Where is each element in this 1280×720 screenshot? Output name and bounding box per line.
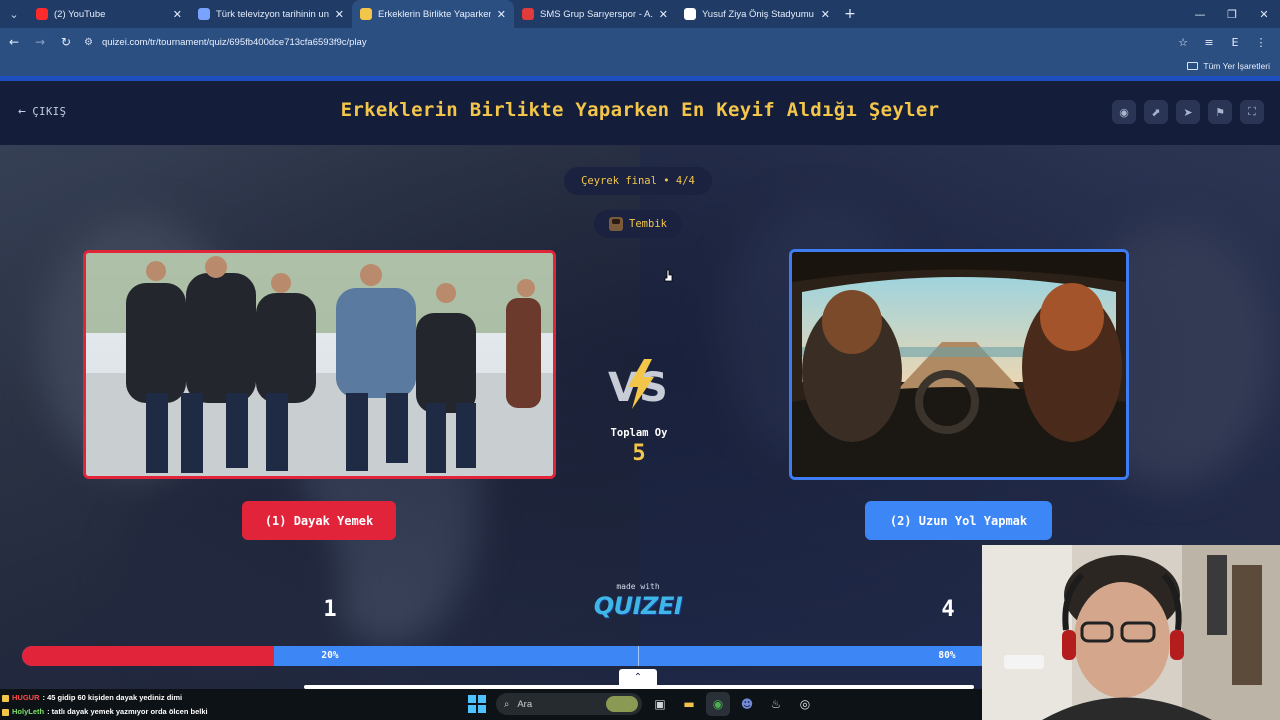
versus-icon: VS (608, 359, 668, 411)
choice-left-button[interactable]: (1) Dayak Yemek (242, 501, 396, 540)
search-icon: ⌕ (504, 698, 510, 710)
browser-tabbar: ⌄ (2) YouTube ✕ Türk televizyon tarihini… (0, 0, 1280, 28)
made-with-label: made with (616, 582, 660, 591)
browser-tab-tv[interactable]: Türk televizyon tarihinin unutul ✕ (190, 0, 352, 28)
send-icon[interactable]: ➤ (1176, 100, 1200, 124)
chat-badge-icon (2, 708, 9, 716)
round-badge: Çeyrek final • 4/4 (564, 167, 712, 195)
taskbar-apps: ▣ ▬ ◉ ☻ ♨ ◎ (648, 692, 817, 716)
avatar (609, 217, 624, 231)
tab-search-icon[interactable]: ⌄ (0, 0, 28, 28)
chat-badge-icon (2, 694, 9, 702)
close-icon[interactable]: ✕ (659, 8, 668, 21)
youtube-favicon-icon (36, 8, 48, 20)
fullscreen-icon[interactable]: ⛶ (1240, 100, 1264, 124)
browser-tab-quiz[interactable]: Erkeklerin Birlikte Yaparken En ✕ (352, 0, 514, 28)
quiz-header: ← ÇIKIŞ Erkeklerin Birlikte Yaparken En … (0, 81, 1280, 145)
chat-message: HUGUR : 45 gidip 60 kişiden dayak yedini… (2, 691, 208, 705)
tab-title: Türk televizyon tarihinin unutul (216, 8, 329, 20)
left-choice-image[interactable] (83, 250, 556, 479)
mouse-cursor-icon (664, 269, 673, 282)
share-icon[interactable]: ⬈ (1144, 100, 1168, 124)
bookmark-star-icon[interactable]: ☆ (1172, 36, 1194, 49)
quizei-logo[interactable]: QUIZEI (588, 592, 688, 620)
discord-icon[interactable]: ☻ (735, 692, 759, 716)
minimize-icon[interactable]: — (1184, 0, 1216, 28)
steam-icon[interactable]: ♨ (764, 692, 788, 716)
close-icon[interactable]: ✕ (821, 8, 830, 21)
toolbar-right: ☆ ≡ E ⋮ (1172, 36, 1280, 49)
bar-midline (638, 646, 639, 666)
bookmarks-bar: Tüm Yer İşaretleri (0, 56, 1280, 76)
browser-tab-stadium[interactable]: Yusuf Ziya Öniş Stadyumu - Goo ✕ (676, 0, 838, 28)
search-placeholder: Ara (517, 698, 533, 710)
eye-icon[interactable]: ◉ (1112, 100, 1136, 124)
file-explorer-icon[interactable]: ▬ (677, 692, 701, 716)
reload-icon[interactable]: ↻ (54, 30, 78, 54)
browser-tab-sms[interactable]: SMS Grup Sarıyerspor - A.H. İğd ✕ (514, 0, 676, 28)
quiz-title: Erkeklerin Birlikte Yaparken En Keyif Al… (340, 99, 940, 121)
chat-username: HolyLeth (12, 707, 45, 716)
stream-chat: HUGUR : 45 gidip 60 kişiden dayak yedini… (2, 691, 208, 719)
player-badge: Tembik (594, 210, 682, 238)
quiz-tools: ◉ ⬈ ➤ ⚑ ⛶ (1112, 100, 1264, 124)
folder-icon (1187, 62, 1199, 70)
right-percent: 80% (938, 650, 956, 661)
browser-tab-youtube[interactable]: (2) YouTube ✕ (28, 0, 190, 28)
chevron-up-icon[interactable]: ⌃ (619, 669, 657, 686)
quiz-favicon-icon (360, 8, 372, 20)
close-icon[interactable]: ✕ (335, 8, 344, 21)
site-favicon-icon (198, 8, 210, 20)
total-votes-value: 5 (632, 441, 646, 466)
site-settings-icon[interactable]: ⚙ (84, 37, 102, 48)
taskbar-search[interactable]: ⌕ Ara (496, 693, 642, 715)
profile-button[interactable]: E (1224, 36, 1246, 49)
right-vote-count: 4 (941, 597, 955, 622)
choice-right-button[interactable]: (2) Uzun Yol Yapmak (865, 501, 1052, 540)
restore-icon[interactable]: ❐ (1216, 0, 1248, 28)
webcam-overlay (982, 545, 1280, 720)
windows-start-icon[interactable] (468, 695, 486, 713)
url-text: quizei.com/tr/tournament/quiz/695fb400dc… (102, 36, 367, 48)
fight-scene-image (86, 253, 553, 476)
chrome-icon[interactable]: ◉ (706, 692, 730, 716)
tab-title: Erkeklerin Birlikte Yaparken En (378, 8, 491, 20)
chat-username: HUGUR (12, 693, 40, 702)
player-name: Tembik (629, 218, 667, 230)
google-favicon-icon (684, 8, 696, 20)
left-vote-count: 1 (323, 597, 337, 622)
address-bar[interactable]: ⚙ quizei.com/tr/tournament/quiz/695fb400… (84, 31, 1172, 53)
tab-title: Yusuf Ziya Öniş Stadyumu - Goo (702, 8, 815, 20)
all-bookmarks-link[interactable]: Tüm Yer İşaretleri (1203, 61, 1270, 71)
chat-message: HolyLeth : tatlı dayak yemek yazmıyor or… (2, 705, 208, 719)
pinterest-favicon-icon (522, 8, 534, 20)
tab-title: (2) YouTube (54, 8, 106, 20)
left-vote-fill (22, 646, 274, 666)
tab-title: SMS Grup Sarıyerspor - A.H. İğd (540, 8, 653, 20)
browser-navbar: ← → ↻ ⚙ quizei.com/tr/tournament/quiz/69… (0, 28, 1280, 56)
forward-arrow-icon[interactable]: → (28, 30, 52, 54)
search-highlight-icon (606, 696, 638, 712)
close-icon[interactable]: ✕ (497, 8, 506, 21)
chat-text: : 45 gidip 60 kişiden dayak yediniz dimi (42, 693, 183, 702)
streamer-webcam-image (982, 545, 1280, 720)
back-arrow-icon[interactable]: ← (2, 30, 26, 54)
media-control-icon[interactable]: ≡ (1198, 36, 1220, 49)
new-tab-button[interactable]: + (838, 6, 862, 22)
chat-text: : tatlı dayak yemek yazmıyor orda ölcen … (47, 707, 208, 716)
obs-icon[interactable]: ◎ (793, 692, 817, 716)
close-icon[interactable]: ✕ (173, 8, 182, 21)
window-controls: — ❐ ✕ (1184, 0, 1280, 28)
task-view-icon[interactable]: ▣ (648, 692, 672, 716)
road-trip-image (792, 252, 1126, 477)
right-choice-image[interactable] (789, 249, 1129, 480)
menu-kebab-icon[interactable]: ⋮ (1250, 36, 1272, 49)
flag-icon[interactable]: ⚑ (1208, 100, 1232, 124)
close-window-icon[interactable]: ✕ (1248, 0, 1280, 28)
total-votes-label: Toplam Oy (610, 427, 668, 439)
left-percent: 20% (321, 650, 339, 661)
